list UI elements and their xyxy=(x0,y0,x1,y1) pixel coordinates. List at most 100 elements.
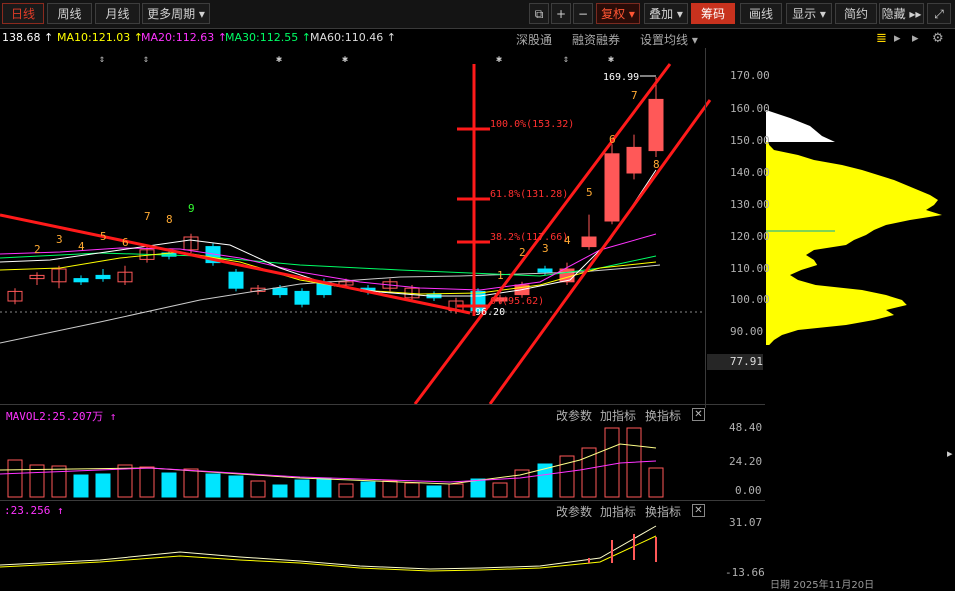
event-marker: ✱ xyxy=(608,54,614,65)
nine-count-down: 5 xyxy=(100,230,107,243)
chip-distribution xyxy=(766,140,942,345)
nine-count-up: 8 xyxy=(653,158,660,171)
candle-body xyxy=(95,274,111,280)
nine-count-up: 4 xyxy=(564,234,571,247)
low-price-label: 96.20 xyxy=(475,307,505,318)
nine-count-up: 2 xyxy=(519,246,526,259)
price-tick: 120.00 xyxy=(730,230,770,243)
volume-bar xyxy=(492,482,508,498)
price-tick: 160.00 xyxy=(730,102,770,115)
volume-bar xyxy=(604,427,620,498)
nine-count-up: 3 xyxy=(542,242,549,255)
price-tick: 100.00 xyxy=(730,293,770,306)
ind-tick: 31.07 xyxy=(729,516,763,529)
volume-bar xyxy=(7,459,23,498)
vol-close-icon[interactable]: ✕ xyxy=(692,408,705,421)
volume-bar xyxy=(294,479,310,498)
candle-body xyxy=(581,236,597,248)
volume-bar xyxy=(117,464,133,498)
volume-bar xyxy=(448,483,464,498)
nine-count-down: 4 xyxy=(78,240,85,253)
candle-body xyxy=(228,271,244,289)
nine-count-up: 7 xyxy=(631,89,638,102)
high-price-label: 169.99 xyxy=(603,72,639,83)
volume-bar xyxy=(426,485,442,498)
date-readout: 日期 2025年11月20日 xyxy=(770,580,875,591)
volume-bar xyxy=(316,477,332,498)
ind-line-2 xyxy=(0,535,657,572)
volume-bar xyxy=(272,484,288,498)
nine-count-down: 8 xyxy=(166,213,173,226)
event-marker: ⇕ xyxy=(99,54,105,65)
volume-bar xyxy=(95,473,111,498)
fib-level-label: 61.8%(131.28) xyxy=(490,189,568,200)
vol-tick: 24.20 xyxy=(729,455,763,468)
price-tick: 130.00 xyxy=(730,198,770,211)
kline-chart[interactable]: 100.0%(153.32) 61.8%(131.28) 38.2%(117.66)… xyxy=(0,0,955,586)
vol-edit-params[interactable]: 改参数 xyxy=(556,407,592,424)
panel-divider xyxy=(0,404,765,405)
ind-add-indicator[interactable]: 加指标 xyxy=(600,503,636,520)
candle-body xyxy=(604,153,620,222)
ind-tick: -13.66 xyxy=(725,566,765,579)
nine-count-down: 2 xyxy=(34,243,41,256)
down-trendline xyxy=(0,213,471,315)
candle-body xyxy=(626,146,642,174)
chip-profit-area xyxy=(766,110,835,142)
candle-body xyxy=(294,290,310,305)
candle-body xyxy=(537,268,553,273)
volume-bar xyxy=(404,482,420,498)
volume-bar xyxy=(250,480,266,498)
indicator-label: :23.256 ↑ xyxy=(4,504,64,517)
event-marker: ✱ xyxy=(276,54,282,65)
vol-add-indicator[interactable]: 加指标 xyxy=(600,407,636,424)
volume-bar xyxy=(228,475,244,498)
nine-count-down: 6 xyxy=(122,236,129,249)
volume-bar xyxy=(360,481,376,498)
panel-collapse-handle[interactable]: ▸ xyxy=(947,447,955,461)
event-marker: ✱ xyxy=(342,54,348,65)
event-marker: ⇕ xyxy=(143,54,149,65)
volume-bar xyxy=(470,478,486,498)
vol-tick: 48.40 xyxy=(729,421,763,434)
volume-bar xyxy=(581,447,597,498)
candle-body xyxy=(648,98,664,152)
fib-level-label: 100.0%(153.32) xyxy=(490,119,574,130)
event-marker: ✱ xyxy=(496,54,502,65)
nine-count-up: 6 xyxy=(609,133,616,146)
mavol-label: MAVOL2:25.207万 ↑ xyxy=(6,410,117,423)
ind-close-icon[interactable]: ✕ xyxy=(692,504,705,517)
volume-bar xyxy=(51,465,67,498)
price-tick: 170.00 xyxy=(730,69,770,82)
candle-body xyxy=(559,268,575,283)
volume-bar xyxy=(338,483,354,498)
ind-edit-params[interactable]: 改参数 xyxy=(556,503,592,520)
volume-bar xyxy=(139,466,155,498)
event-marker: ⇕ xyxy=(563,54,569,65)
price-tick: 140.00 xyxy=(730,166,770,179)
candle-body xyxy=(272,287,288,296)
volume-bar xyxy=(648,467,664,498)
volume-bar xyxy=(205,473,221,498)
nine-count-down: 9 xyxy=(188,202,195,215)
fib-level-label: 0%(95.62) xyxy=(490,296,544,307)
vol-switch-indicator[interactable]: 换指标 xyxy=(645,407,681,424)
panel-divider xyxy=(0,500,765,501)
nine-count-down: 3 xyxy=(56,233,63,246)
current-price-box: 77.91 xyxy=(707,354,763,370)
nine-count-up: 5 xyxy=(586,186,593,199)
price-tick: 150.00 xyxy=(730,134,770,147)
vol-tick: 0.00 xyxy=(735,484,762,497)
volume-bar xyxy=(161,472,177,498)
price-tick: 110.00 xyxy=(730,262,770,275)
price-tick: 90.00 xyxy=(730,325,764,338)
nine-count-up: 1 xyxy=(497,269,504,282)
nine-count-down: 7 xyxy=(144,210,151,223)
volume-panel-header: MAVOL2:25.207万 ↑ 改参数 加指标 换指标 ✕ xyxy=(0,406,705,424)
volume-bar xyxy=(183,468,199,498)
ind-switch-indicator[interactable]: 换指标 xyxy=(645,503,681,520)
volume-bar xyxy=(382,480,398,498)
fib-level-label: 38.2%(117.66) xyxy=(490,232,568,243)
indicator-panel-header: :23.256 ↑ 改参数 加指标 换指标 ✕ xyxy=(0,502,705,520)
volume-bar xyxy=(73,474,89,498)
